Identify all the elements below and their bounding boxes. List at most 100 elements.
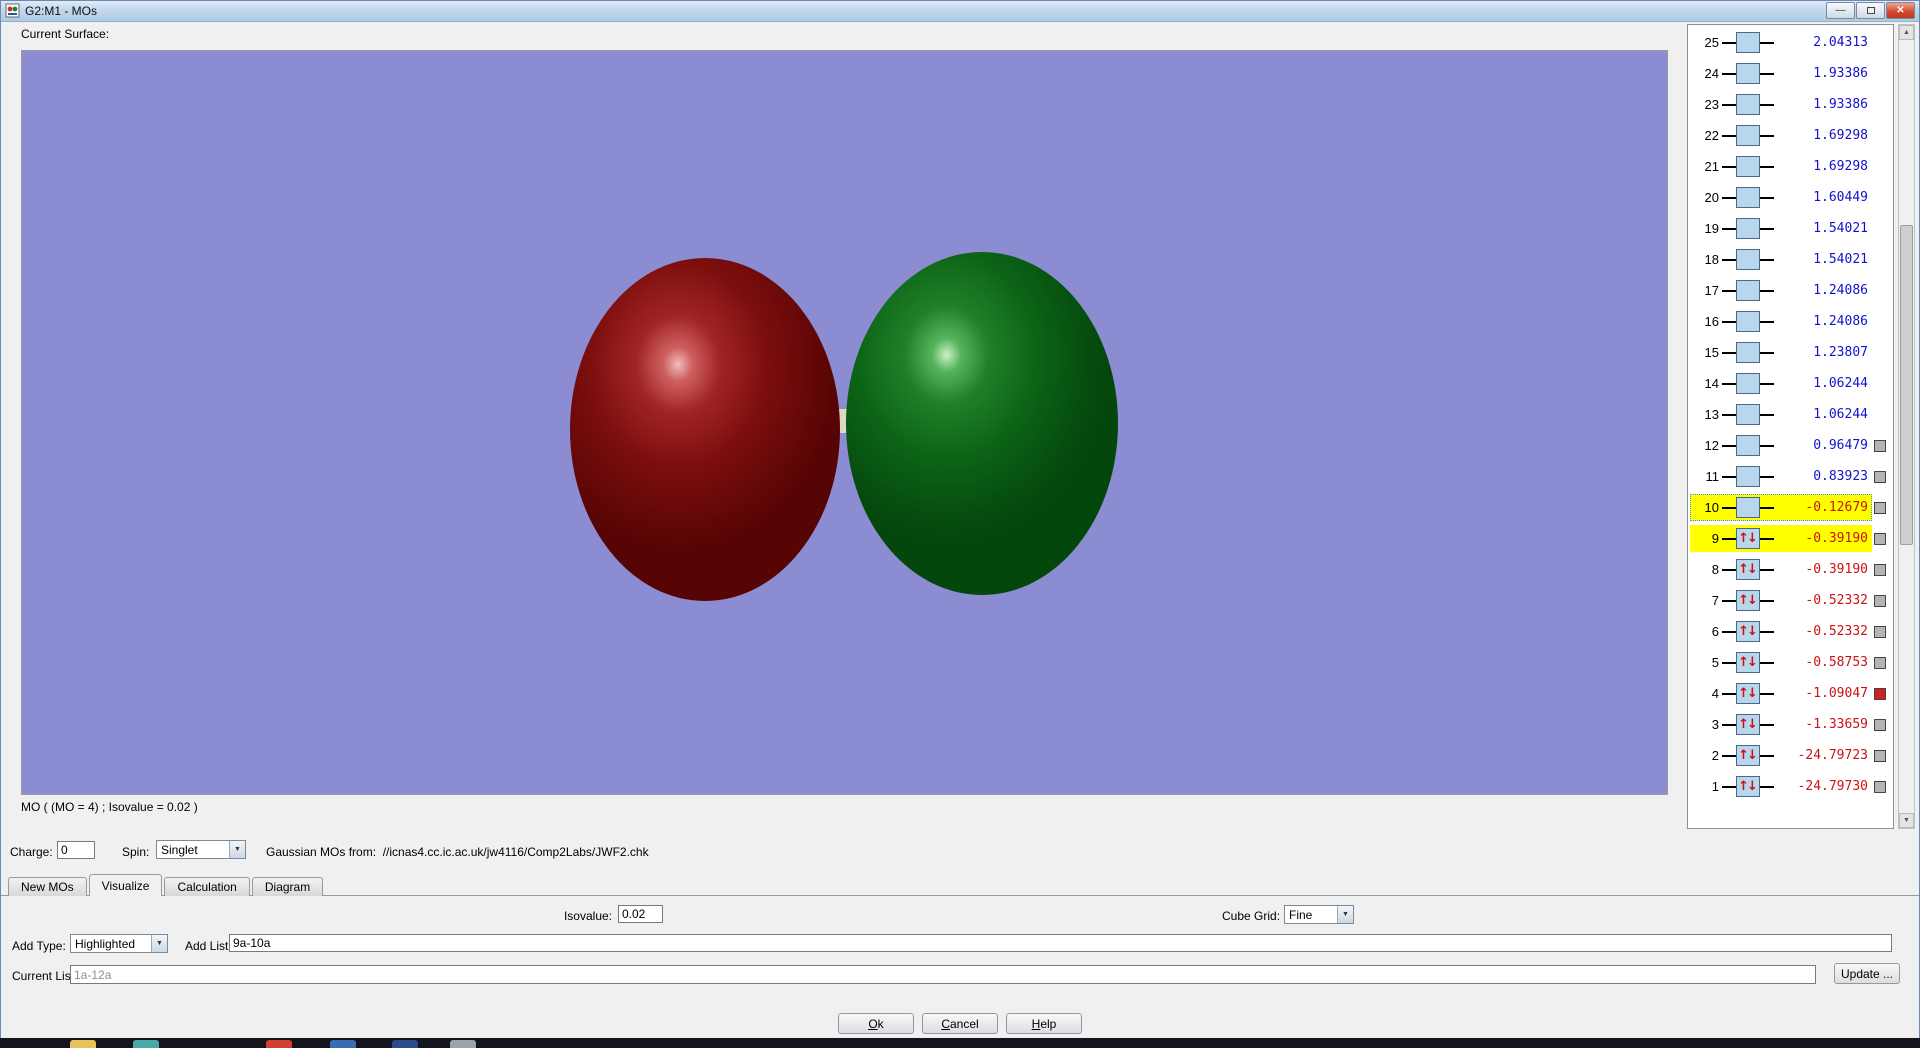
chevron-down-icon[interactable]: ▼ [229, 841, 245, 858]
surface-caption: MO ( (MO = 4) ; Isovalue = 0.02 ) [21, 800, 198, 814]
tab-calculation[interactable]: Calculation [164, 877, 250, 896]
chevron-down-icon[interactable]: ▼ [151, 935, 167, 952]
mo-display-checkbox[interactable] [1874, 780, 1886, 793]
tab-diagram[interactable]: Diagram [251, 877, 324, 896]
mo-row-13[interactable]: 13 1.06244 [1688, 399, 1893, 430]
window-title: G2:M1 - MOs [25, 3, 98, 18]
minimize-button[interactable]: — [1826, 2, 1855, 19]
mo-row-10[interactable]: 10 -0.12679 [1688, 492, 1893, 523]
mo-row-9[interactable]: 9 ↑ ↓ -0.39190 [1688, 523, 1893, 554]
app-icon[interactable] [5, 3, 20, 18]
scrollbar-thumb[interactable] [1900, 225, 1913, 545]
mo-display-checkbox[interactable] [1874, 625, 1886, 638]
browser-icon-red[interactable] [266, 1040, 292, 1048]
mo-row-19[interactable]: 19 1.54021 [1688, 213, 1893, 244]
mo-display-checkbox[interactable] [1874, 563, 1886, 576]
app-icon-gray[interactable] [450, 1040, 476, 1048]
current-list-input[interactable] [70, 965, 1816, 984]
mo-orbital-box[interactable]: ↑ ↓ [1736, 559, 1760, 580]
folder-icon[interactable] [70, 1040, 96, 1048]
cancel-button[interactable]: Cancel [922, 1013, 998, 1034]
mo-orbital-box[interactable] [1736, 466, 1760, 487]
mo-row-1[interactable]: 1 ↑ ↓ -24.79730 [1688, 771, 1893, 802]
mo-orbital-box[interactable]: ↑ ↓ [1736, 745, 1760, 766]
add-list-input[interactable] [229, 934, 1892, 952]
mo-orbital-box[interactable] [1736, 404, 1760, 425]
mo-orbital-box[interactable] [1736, 497, 1760, 518]
charge-input[interactable] [57, 841, 95, 859]
mo-orbital-box[interactable]: ↑ ↓ [1736, 621, 1760, 642]
mo-orbital-box[interactable]: ↑ ↓ [1736, 528, 1760, 549]
update-button[interactable]: Update ... [1834, 963, 1900, 984]
mo-orbital-box[interactable]: ↑ ↓ [1736, 652, 1760, 673]
cube-grid-dropdown[interactable]: Fine ▼ [1284, 905, 1354, 924]
mo-orbital-box[interactable] [1736, 125, 1760, 146]
mo-row-6[interactable]: 6 ↑ ↓ -0.52332 [1688, 616, 1893, 647]
mo-orbital-box[interactable] [1736, 94, 1760, 115]
mo-orbital-box[interactable]: ↑ ↓ [1736, 683, 1760, 704]
mo-row-8[interactable]: 8 ↑ ↓ -0.39190 [1688, 554, 1893, 585]
app-icon-darkblue[interactable] [392, 1040, 418, 1048]
mo-orbital-box[interactable] [1736, 187, 1760, 208]
mo-display-checkbox[interactable] [1874, 532, 1886, 545]
mo-orbital-box[interactable]: ↑ ↓ [1736, 590, 1760, 611]
mo-display-checkbox[interactable] [1874, 718, 1886, 731]
mo-orbital-box[interactable] [1736, 32, 1760, 53]
mo-row-12[interactable]: 12 0.96479 [1688, 430, 1893, 461]
mo-row-3[interactable]: 3 ↑ ↓ -1.33659 [1688, 709, 1893, 740]
mo-row-11[interactable]: 11 0.83923 [1688, 461, 1893, 492]
scroll-up-icon[interactable]: ▲ [1899, 25, 1914, 40]
close-button[interactable]: ✕ [1886, 2, 1915, 19]
mo-connector-line [1722, 413, 1736, 416]
mo-orbital-box[interactable] [1736, 156, 1760, 177]
mo-row-14[interactable]: 14 1.06244 [1688, 368, 1893, 399]
mo-orbital-box[interactable] [1736, 342, 1760, 363]
mo-display-checkbox[interactable] [1874, 439, 1886, 452]
help-button[interactable]: Help [1006, 1013, 1082, 1034]
mo-row-7[interactable]: 7 ↑ ↓ -0.52332 [1688, 585, 1893, 616]
mo-orbital-box[interactable]: ↑ ↓ [1736, 714, 1760, 735]
app-icon-teal[interactable] [133, 1040, 159, 1048]
scroll-down-icon[interactable]: ▼ [1899, 813, 1914, 828]
mo-orbital-box[interactable] [1736, 373, 1760, 394]
mo-row-25[interactable]: 25 2.04313 [1688, 27, 1893, 58]
isovalue-input[interactable] [618, 905, 663, 923]
tab-new-mos[interactable]: New MOs [8, 877, 87, 896]
mo-row-2[interactable]: 2 ↑ ↓ -24.79723 [1688, 740, 1893, 771]
tab-visualize[interactable]: Visualize [88, 874, 163, 896]
mo-display-checkbox[interactable] [1874, 594, 1886, 607]
mo-display-checkbox[interactable] [1874, 470, 1886, 483]
mo-row-22[interactable]: 22 1.69298 [1688, 120, 1893, 151]
mo-display-checkbox[interactable] [1874, 687, 1886, 700]
mo-row-23[interactable]: 23 1.93386 [1688, 89, 1893, 120]
mo-list-scrollbar[interactable]: ▲ ▼ [1898, 24, 1915, 829]
mo-row-18[interactable]: 18 1.54021 [1688, 244, 1893, 275]
mo-display-checkbox[interactable] [1874, 749, 1886, 762]
mo-orbital-box[interactable] [1736, 311, 1760, 332]
app-icon-blue[interactable] [330, 1040, 356, 1048]
mo-row-21[interactable]: 21 1.69298 [1688, 151, 1893, 182]
mo-row-4[interactable]: 4 ↑ ↓ -1.09047 [1688, 678, 1893, 709]
mo-orbital-box[interactable] [1736, 280, 1760, 301]
mo-orbital-box[interactable] [1736, 63, 1760, 84]
mo-row-15[interactable]: 15 1.23807 [1688, 337, 1893, 368]
mo-row-17[interactable]: 17 1.24086 [1688, 275, 1893, 306]
mo-row-20[interactable]: 20 1.60449 [1688, 182, 1893, 213]
mo-display-checkbox[interactable] [1874, 656, 1886, 669]
mo-index: 7 [1711, 593, 1719, 608]
mo-orbital-box[interactable] [1736, 249, 1760, 270]
mo-orbital-box[interactable]: ↑ ↓ [1736, 776, 1760, 797]
ok-button[interactable]: Ok [838, 1013, 914, 1034]
chevron-down-icon[interactable]: ▼ [1337, 906, 1353, 923]
spin-dropdown[interactable]: Singlet ▼ [156, 840, 246, 859]
mo-3d-viewport[interactable] [21, 50, 1668, 795]
mo-row-24[interactable]: 24 1.93386 [1688, 58, 1893, 89]
maximize-button[interactable] [1856, 2, 1885, 19]
mo-row-16[interactable]: 16 1.24086 [1688, 306, 1893, 337]
mo-row-5[interactable]: 5 ↑ ↓ -0.58753 [1688, 647, 1893, 678]
add-type-dropdown[interactable]: Highlighted ▼ [70, 934, 168, 953]
mo-orbital-box[interactable] [1736, 218, 1760, 239]
mo-energy-value: 1.54021 [1813, 221, 1868, 236]
mo-orbital-box[interactable] [1736, 435, 1760, 456]
mo-display-checkbox[interactable] [1874, 501, 1886, 514]
